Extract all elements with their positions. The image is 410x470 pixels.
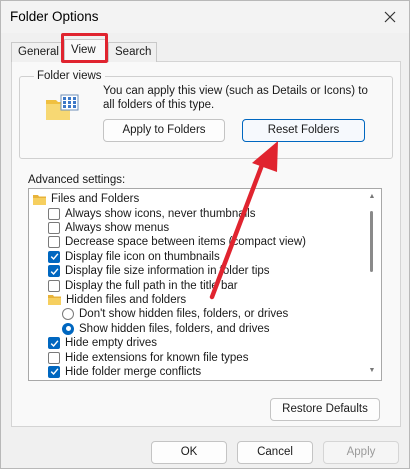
advanced-setting-label: Don't show hidden files, folders, or dri… (79, 308, 289, 321)
advanced-setting-row[interactable]: Display file icon on thumbnails (48, 250, 220, 264)
ok-button[interactable]: OK (151, 441, 227, 464)
advanced-setting-row[interactable]: Always show menus (48, 221, 169, 235)
folder-views-description: You can apply this view (such as Details… (103, 85, 368, 111)
advanced-setting-label: Show hidden files, folders, and drives (79, 322, 270, 335)
advanced-setting-label: Hidden files and folders (66, 293, 187, 306)
window-title: Folder Options (10, 9, 99, 24)
checkmark-icon (50, 253, 58, 261)
close-button[interactable] (379, 6, 401, 28)
tab-general[interactable]: General (11, 42, 62, 62)
checkbox[interactable] (48, 250, 60, 263)
folder-icon (48, 295, 61, 306)
advanced-setting-row[interactable]: Show hidden files, folders, and drives (62, 322, 270, 336)
advanced-setting-row[interactable]: Don't show hidden files, folders, or dri… (62, 307, 288, 321)
advanced-settings-label: Advanced settings: (28, 174, 126, 186)
checkbox[interactable] (48, 337, 60, 350)
checkmark-icon (50, 368, 58, 376)
scroll-down-arrow-icon[interactable]: ▼ (368, 367, 376, 375)
checkbox[interactable] (48, 221, 60, 234)
checkmark-icon (50, 268, 58, 275)
checkbox[interactable] (48, 207, 60, 220)
advanced-setting-row: Hidden files and folders (48, 293, 186, 307)
advanced-setting-label: Hide extensions for known file types (65, 351, 249, 364)
folder-views-legend: Folder views (34, 70, 105, 82)
advanced-setting-label: Files and Folders (51, 193, 140, 206)
close-icon (384, 11, 396, 23)
radio-button[interactable] (62, 322, 74, 335)
apply-button[interactable]: Apply (323, 441, 399, 464)
advanced-setting-row[interactable]: Always show icons, never thumbnails (48, 206, 255, 220)
reset-folders-button[interactable]: Reset Folders (242, 119, 365, 142)
advanced-setting-row[interactable]: Display the full path in the title bar (48, 278, 238, 292)
tab-view[interactable]: View (64, 39, 106, 62)
advanced-setting-label: Display file icon on thumbnails (65, 250, 220, 263)
folder-icon (33, 194, 46, 205)
advanced-settings-scrollbar[interactable]: ▲ ▼ (366, 191, 378, 378)
advanced-setting-row[interactable]: Hide empty drives (48, 336, 157, 350)
checkbox[interactable] (48, 236, 60, 249)
apply-to-folders-button[interactable]: Apply to Folders (103, 119, 225, 142)
advanced-setting-label: Always show menus (65, 221, 170, 234)
advanced-setting-row: Files and Folders (33, 192, 139, 206)
folder-views-icon (46, 94, 79, 120)
advanced-settings-list[interactable]: Files and Folders Always show icons, neve… (28, 188, 382, 381)
advanced-setting-label: Display the full path in the title bar (65, 279, 238, 292)
folder-options-window: Folder Options General View Search Folde… (0, 0, 410, 469)
checkbox[interactable] (48, 365, 60, 378)
advanced-setting-label: Always show icons, never thumbnails (65, 207, 256, 220)
scroll-thumb[interactable] (370, 211, 373, 272)
advanced-setting-label: Hide empty drives (65, 337, 158, 350)
restore-defaults-button[interactable]: Restore Defaults (270, 398, 380, 421)
tab-search[interactable]: Search (108, 42, 157, 62)
checkmark-icon (50, 340, 58, 347)
checkbox[interactable] (48, 279, 60, 292)
advanced-setting-row[interactable]: Decrease space between items (compact vi… (48, 235, 306, 249)
checkbox[interactable] (48, 265, 60, 278)
advanced-setting-label: Hide folder merge conflicts (65, 365, 202, 378)
checkbox[interactable] (48, 351, 60, 364)
title-bar: Folder Options (1, 1, 409, 33)
cancel-button[interactable]: Cancel (237, 441, 313, 464)
advanced-setting-row[interactable]: Hide extensions for known file types (48, 350, 248, 364)
advanced-setting-label: Display file size information in folder … (65, 265, 270, 278)
scroll-up-arrow-icon[interactable]: ▲ (368, 193, 376, 201)
advanced-setting-row[interactable]: Display file size information in folder … (48, 264, 270, 278)
advanced-setting-row[interactable]: Hide folder merge conflicts (48, 365, 201, 379)
advanced-setting-label: Decrease space between items (compact vi… (65, 236, 306, 249)
radio-button[interactable] (62, 308, 74, 321)
